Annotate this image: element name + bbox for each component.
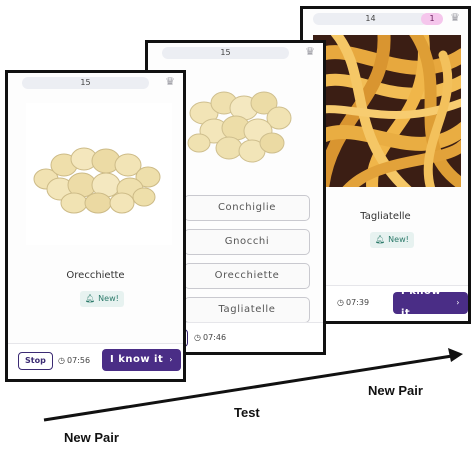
flow-arrow (43, 348, 463, 422)
new-pair-label: New Pair (64, 430, 119, 445)
test-label: Test (234, 405, 260, 420)
new-pair-label: New Pair (368, 383, 423, 398)
